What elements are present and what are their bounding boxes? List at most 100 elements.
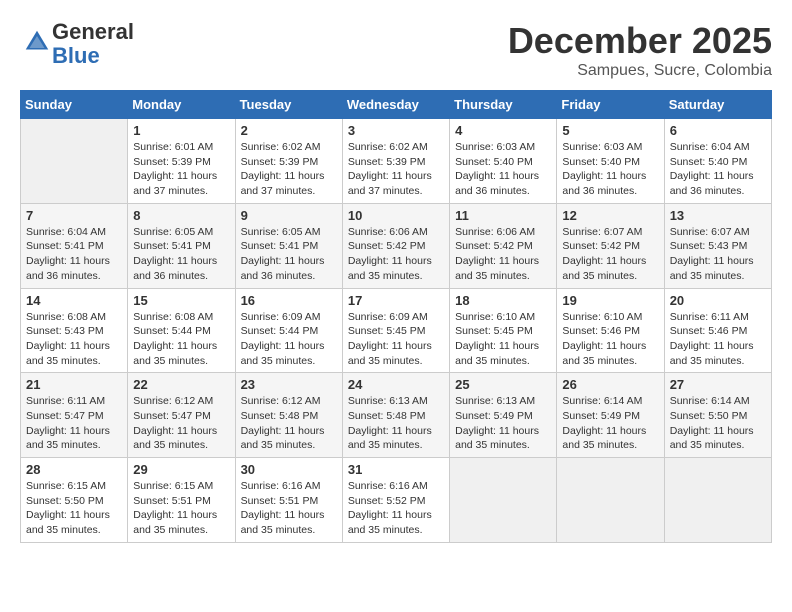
calendar-cell: 14Sunrise: 6:08 AMSunset: 5:43 PMDayligh… — [21, 288, 128, 373]
day-number: 5 — [562, 123, 658, 138]
calendar-cell — [557, 458, 664, 543]
day-info: Sunrise: 6:08 AMSunset: 5:44 PMDaylight:… — [133, 310, 229, 369]
day-number: 1 — [133, 123, 229, 138]
calendar-cell — [664, 458, 771, 543]
calendar-cell: 11Sunrise: 6:06 AMSunset: 5:42 PMDayligh… — [450, 203, 557, 288]
calendar-cell: 1 Sunrise: 6:01 AMSunset: 5:39 PMDaylight… — [128, 119, 235, 204]
day-number: 28 — [26, 462, 122, 477]
logo: General Blue — [20, 20, 134, 68]
day-number: 16 — [241, 293, 337, 308]
page-header: General Blue December 2025 Sampues, Sucr… — [20, 20, 772, 80]
day-info: Sunrise: 6:14 AMSunset: 5:50 PMDaylight:… — [670, 394, 766, 453]
calendar-cell: 19 Sunrise: 6:10 AMSunset: 5:46 PMDayligh… — [557, 288, 664, 373]
weekday-header-sunday: Sunday — [21, 91, 128, 119]
calendar-cell: 25Sunrise: 6:13 AMSunset: 5:49 PMDayligh… — [450, 373, 557, 458]
calendar-cell: 15 Sunrise: 6:08 AMSunset: 5:44 PMDayligh… — [128, 288, 235, 373]
day-number: 29 — [133, 462, 229, 477]
day-info: Sunrise: 6:01 AMSunset: 5:39 PMDaylight:… — [133, 140, 229, 199]
day-number: 30 — [241, 462, 337, 477]
day-number: 9 — [241, 208, 337, 223]
day-info: Sunrise: 6:03 AMSunset: 5:40 PMDaylight:… — [455, 140, 551, 199]
calendar-cell: 7Sunrise: 6:04 AMSunset: 5:41 PMDaylight… — [21, 203, 128, 288]
calendar-cell: 5 Sunrise: 6:03 AMSunset: 5:40 PMDaylight… — [557, 119, 664, 204]
calendar-header: SundayMondayTuesdayWednesdayThursdayFrid… — [21, 91, 772, 119]
day-info: Sunrise: 6:07 AMSunset: 5:43 PMDaylight:… — [670, 225, 766, 284]
day-info: Sunrise: 6:09 AMSunset: 5:44 PMDaylight:… — [241, 310, 337, 369]
day-number: 12 — [562, 208, 658, 223]
day-info: Sunrise: 6:11 AMSunset: 5:46 PMDaylight:… — [670, 310, 766, 369]
day-number: 21 — [26, 377, 122, 392]
calendar-cell: 28 Sunrise: 6:15 AMSunset: 5:50 PMDayligh… — [21, 458, 128, 543]
day-number: 13 — [670, 208, 766, 223]
calendar-cell: 23 Sunrise: 6:12 AMSunset: 5:48 PMDayligh… — [235, 373, 342, 458]
calendar-cell: 24 Sunrise: 6:13 AMSunset: 5:48 PMDayligh… — [342, 373, 449, 458]
day-number: 26 — [562, 377, 658, 392]
calendar-cell: 22Sunrise: 6:12 AMSunset: 5:47 PMDayligh… — [128, 373, 235, 458]
calendar-cell — [450, 458, 557, 543]
weekday-header-friday: Friday — [557, 91, 664, 119]
calendar-week-2: 7Sunrise: 6:04 AMSunset: 5:41 PMDaylight… — [21, 203, 772, 288]
calendar-cell: 10 Sunrise: 6:06 AMSunset: 5:42 PMDayligh… — [342, 203, 449, 288]
logo-blue-text: Blue — [52, 43, 100, 68]
day-number: 15 — [133, 293, 229, 308]
day-number: 18 — [455, 293, 551, 308]
day-number: 3 — [348, 123, 444, 138]
calendar-week-3: 14Sunrise: 6:08 AMSunset: 5:43 PMDayligh… — [21, 288, 772, 373]
calendar-cell: 12 Sunrise: 6:07 AMSunset: 5:42 PMDayligh… — [557, 203, 664, 288]
day-info: Sunrise: 6:04 AMSunset: 5:40 PMDaylight:… — [670, 140, 766, 199]
calendar-cell: 16 Sunrise: 6:09 AMSunset: 5:44 PMDayligh… — [235, 288, 342, 373]
title-area: December 2025 Sampues, Sucre, Colombia — [508, 20, 772, 80]
day-info: Sunrise: 6:12 AMSunset: 5:47 PMDaylight:… — [133, 394, 229, 453]
day-info: Sunrise: 6:09 AMSunset: 5:45 PMDaylight:… — [348, 310, 444, 369]
weekday-header-monday: Monday — [128, 91, 235, 119]
weekday-header-thursday: Thursday — [450, 91, 557, 119]
logo-general-text: General — [52, 19, 134, 44]
day-number: 27 — [670, 377, 766, 392]
location-text: Sampues, Sucre, Colombia — [508, 62, 772, 80]
day-info: Sunrise: 6:16 AMSunset: 5:52 PMDaylight:… — [348, 479, 444, 538]
day-info: Sunrise: 6:03 AMSunset: 5:40 PMDaylight:… — [562, 140, 658, 199]
calendar-week-1: 1 Sunrise: 6:01 AMSunset: 5:39 PMDaylight… — [21, 119, 772, 204]
day-info: Sunrise: 6:15 AMSunset: 5:50 PMDaylight:… — [26, 479, 122, 538]
calendar-cell: 9 Sunrise: 6:05 AMSunset: 5:41 PMDaylight… — [235, 203, 342, 288]
day-number: 19 — [562, 293, 658, 308]
day-info: Sunrise: 6:13 AMSunset: 5:49 PMDaylight:… — [455, 394, 551, 453]
calendar-cell: 13 Sunrise: 6:07 AMSunset: 5:43 PMDayligh… — [664, 203, 771, 288]
day-info: Sunrise: 6:07 AMSunset: 5:42 PMDaylight:… — [562, 225, 658, 284]
day-number: 6 — [670, 123, 766, 138]
day-info: Sunrise: 6:16 AMSunset: 5:51 PMDaylight:… — [241, 479, 337, 538]
calendar-cell: 3Sunrise: 6:02 AMSunset: 5:39 PMDaylight… — [342, 119, 449, 204]
day-number: 20 — [670, 293, 766, 308]
day-number: 23 — [241, 377, 337, 392]
day-info: Sunrise: 6:14 AMSunset: 5:49 PMDaylight:… — [562, 394, 658, 453]
day-number: 2 — [241, 123, 337, 138]
day-number: 24 — [348, 377, 444, 392]
day-info: Sunrise: 6:06 AMSunset: 5:42 PMDaylight:… — [348, 225, 444, 284]
day-info: Sunrise: 6:05 AMSunset: 5:41 PMDaylight:… — [133, 225, 229, 284]
calendar-cell — [21, 119, 128, 204]
day-info: Sunrise: 6:12 AMSunset: 5:48 PMDaylight:… — [241, 394, 337, 453]
day-info: Sunrise: 6:04 AMSunset: 5:41 PMDaylight:… — [26, 225, 122, 284]
calendar-cell: 29 Sunrise: 6:15 AMSunset: 5:51 PMDayligh… — [128, 458, 235, 543]
day-info: Sunrise: 6:10 AMSunset: 5:45 PMDaylight:… — [455, 310, 551, 369]
day-number: 10 — [348, 208, 444, 223]
weekday-header-saturday: Saturday — [664, 91, 771, 119]
day-info: Sunrise: 6:10 AMSunset: 5:46 PMDaylight:… — [562, 310, 658, 369]
day-info: Sunrise: 6:15 AMSunset: 5:51 PMDaylight:… — [133, 479, 229, 538]
day-number: 14 — [26, 293, 122, 308]
calendar-week-4: 21 Sunrise: 6:11 AMSunset: 5:47 PMDayligh… — [21, 373, 772, 458]
day-info: Sunrise: 6:05 AMSunset: 5:41 PMDaylight:… — [241, 225, 337, 284]
day-info: Sunrise: 6:13 AMSunset: 5:48 PMDaylight:… — [348, 394, 444, 453]
calendar-cell: 6 Sunrise: 6:04 AMSunset: 5:40 PMDaylight… — [664, 119, 771, 204]
calendar-week-5: 28 Sunrise: 6:15 AMSunset: 5:50 PMDayligh… — [21, 458, 772, 543]
weekday-header-tuesday: Tuesday — [235, 91, 342, 119]
calendar-cell: 26 Sunrise: 6:14 AMSunset: 5:49 PMDayligh… — [557, 373, 664, 458]
day-info: Sunrise: 6:11 AMSunset: 5:47 PMDaylight:… — [26, 394, 122, 453]
weekday-header-wednesday: Wednesday — [342, 91, 449, 119]
month-title: December 2025 — [508, 20, 772, 62]
day-number: 17 — [348, 293, 444, 308]
day-number: 31 — [348, 462, 444, 477]
calendar-cell: 31 Sunrise: 6:16 AMSunset: 5:52 PMDayligh… — [342, 458, 449, 543]
calendar-cell: 2Sunrise: 6:02 AMSunset: 5:39 PMDaylight… — [235, 119, 342, 204]
calendar-cell: 4Sunrise: 6:03 AMSunset: 5:40 PMDaylight… — [450, 119, 557, 204]
